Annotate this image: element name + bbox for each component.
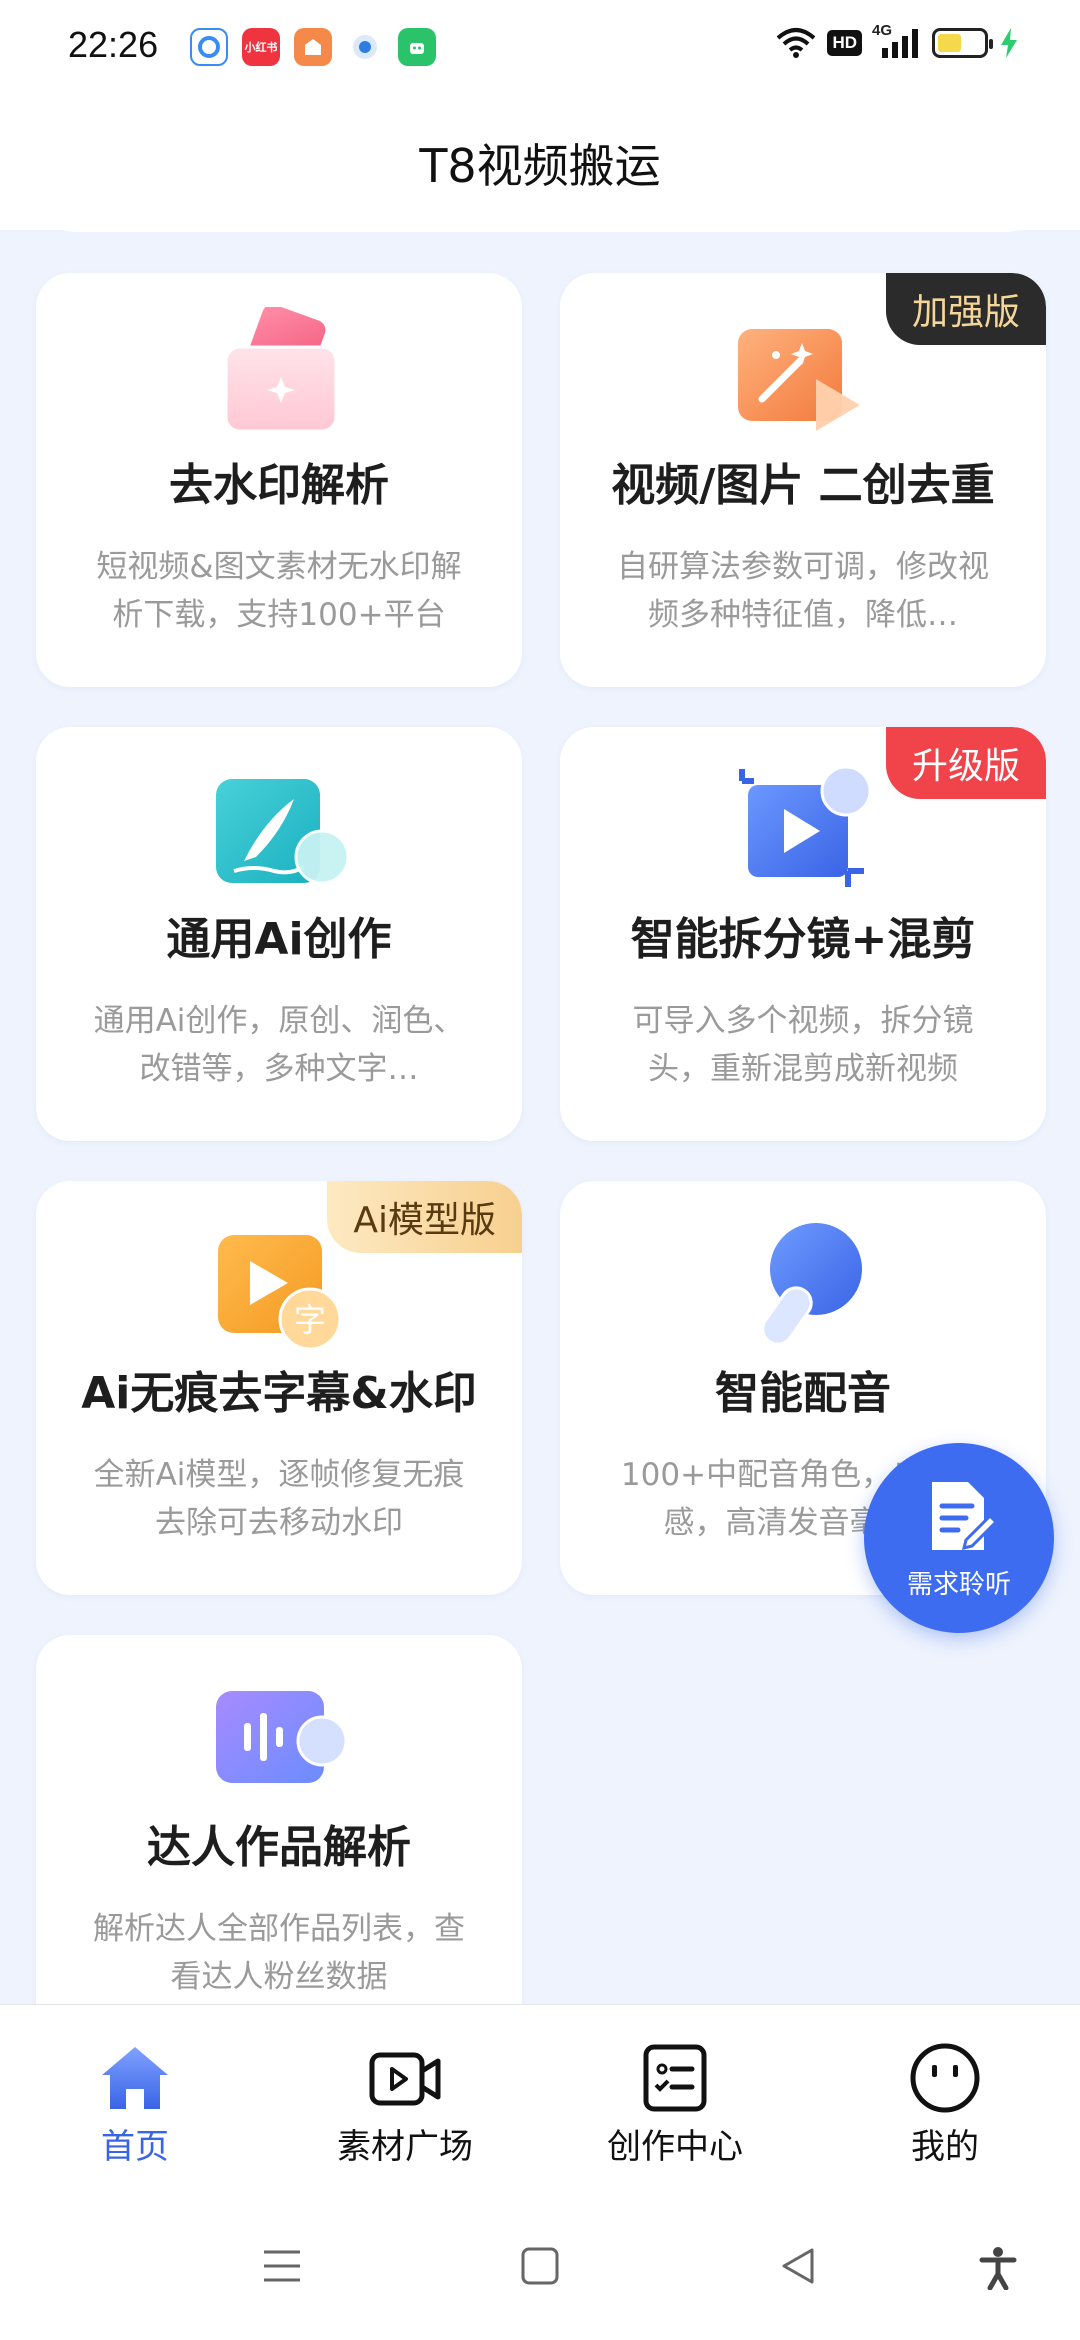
checklist-icon xyxy=(643,2044,707,2112)
audio-wave-icon xyxy=(216,1691,348,1783)
status-indicators: HD 4G xyxy=(775,22,1020,60)
card-description: 全新Ai模型，逐帧修复无痕去除可去移动水印 xyxy=(93,1457,465,1541)
watermark-remove-icon xyxy=(224,307,338,433)
card-title: 通用Ai创作 xyxy=(166,914,392,965)
enhanced-badge: 加强版 xyxy=(885,273,1046,345)
ai-model-badge: Ai模型版 xyxy=(327,1181,522,1253)
app-header: T8视频搬运 xyxy=(0,95,1080,230)
card-watermark-remove[interactable]: 去水印解析 短视频&图文素材无水印解析下载，支持100+平台 xyxy=(36,273,522,687)
status-time: 22:26 xyxy=(68,24,159,65)
charging-icon xyxy=(1001,28,1017,58)
xiaohongshu-app-icon: 小红书 xyxy=(242,28,280,66)
fab-label: 需求聆听 xyxy=(906,1569,1011,1600)
feedback-fab-button[interactable]: 需求聆听 xyxy=(864,1443,1054,1633)
document-edit-icon xyxy=(932,1481,999,1550)
nav-label: 创作中心 xyxy=(607,2127,743,2167)
card-description: 短视频&图文素材无水印解析下载，支持100+平台 xyxy=(96,549,462,633)
card-creator-analysis[interactable]: 达人作品解析 解析达人全部作品列表，查看达人粉丝数据 xyxy=(36,1635,522,2005)
back-icon[interactable] xyxy=(778,2246,818,2286)
shop-app-icon xyxy=(294,28,332,66)
previous-card-edge xyxy=(36,230,1046,232)
wifi-icon xyxy=(777,28,816,58)
card-video-dedupe[interactable]: 加强版 视频/图片 二创去重 自研算法参数可调，修改视频多种特征值，降低… xyxy=(560,273,1046,687)
card-description: 解析达人全部作品列表，查看达人粉丝数据 xyxy=(93,1911,465,1995)
circle-app-icon xyxy=(346,28,384,66)
magic-wand-video-icon xyxy=(738,329,860,431)
signal-icon: 4G xyxy=(872,22,922,60)
video-camera-icon xyxy=(369,2052,441,2106)
svg-text:字: 字 xyxy=(294,1301,326,1339)
android-app-icon xyxy=(398,28,436,66)
browser-app-icon xyxy=(190,28,228,66)
status-bar: 22:26 小红书 HD 4G xyxy=(0,0,1080,95)
card-title: 视频/图片 二创去重 xyxy=(611,460,995,511)
feature-grid[interactable]: 去水印解析 短视频&图文素材无水印解析下载，支持100+平台 加强版 视频/图片… xyxy=(0,230,1080,2005)
card-ai-writing[interactable]: 通用Ai创作 通用Ai创作，原创、润色、改错等，多种文字… xyxy=(36,727,522,1141)
nav-item-materials[interactable]: 素材广场 xyxy=(305,2041,505,2168)
nav-item-creation-center[interactable]: 创作中心 xyxy=(575,2041,775,2168)
hd-badge: HD xyxy=(827,30,862,56)
accessibility-icon[interactable] xyxy=(978,2246,1018,2290)
nav-label: 首页 xyxy=(101,2127,169,2167)
card-description: 可导入多个视频，拆分镜头，重新混剪成新视频 xyxy=(632,1003,974,1087)
card-title: 智能配音 xyxy=(715,1368,891,1419)
nav-label: 我的 xyxy=(911,2127,979,2167)
bottom-nav: 首页 素材广场 创作中心 我的 xyxy=(0,2004,1080,2204)
nav-item-home[interactable]: 首页 xyxy=(35,2041,235,2168)
quill-pen-icon xyxy=(216,779,350,885)
card-title: 去水印解析 xyxy=(169,460,389,511)
card-ai-subtitle-remove[interactable]: 字 Ai模型版 Ai无痕去字幕&水印 全新Ai模型，逐帧修复无痕去除可去移动水印 xyxy=(36,1181,522,1595)
card-description: 自研算法参数可调，修改视频多种特征值，降低… xyxy=(617,549,989,633)
system-nav-bar xyxy=(0,2204,1080,2340)
upgraded-badge: 升级版 xyxy=(885,727,1046,799)
card-split-remix[interactable]: 升级版 智能拆分镜+混剪 可导入多个视频，拆分镜头，重新混剪成新视频 xyxy=(560,727,1046,1141)
card-title: Ai无痕去字幕&水印 xyxy=(81,1368,477,1419)
video-crop-icon xyxy=(739,765,872,887)
card-title: 达人作品解析 xyxy=(147,1822,411,1873)
menu-icon[interactable] xyxy=(262,2246,302,2286)
card-title: 智能拆分镜+混剪 xyxy=(630,914,976,965)
page-title: T8视频搬运 xyxy=(419,138,661,193)
microphone-icon xyxy=(761,1223,862,1346)
home-square-icon[interactable] xyxy=(520,2246,560,2286)
battery-icon xyxy=(932,28,993,58)
status-app-icons: 小红书 xyxy=(190,28,436,66)
card-description: 通用Ai创作，原创、润色、改错等，多种文字… xyxy=(93,1003,465,1087)
face-icon xyxy=(910,2043,980,2113)
home-icon xyxy=(102,2047,168,2109)
nav-label: 素材广场 xyxy=(337,2127,473,2167)
nav-item-me[interactable]: 我的 xyxy=(845,2041,1045,2168)
